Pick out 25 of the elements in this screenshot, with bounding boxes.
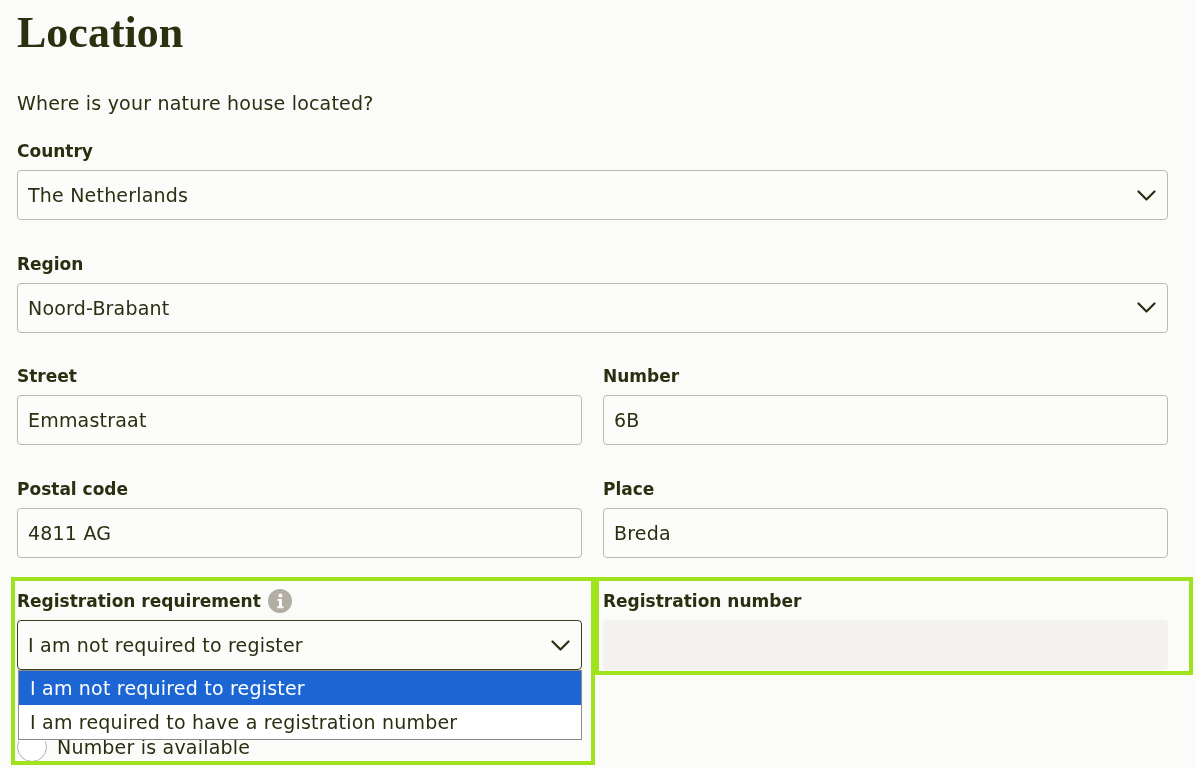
- dropdown-option[interactable]: I am not required to register: [19, 671, 581, 705]
- field-label: Street: [17, 365, 77, 387]
- field-label: Postal code: [17, 477, 129, 500]
- field-label: Country: [17, 140, 93, 162]
- field-label: Number: [603, 365, 680, 387]
- intro-text: Where is your nature house located?: [17, 91, 375, 115]
- chevron-down-icon: [551, 639, 570, 651]
- field-label: Registration number: [603, 590, 802, 612]
- select-field[interactable]: Noord-Brabant: [17, 282, 1168, 333]
- field-label: Region: [17, 252, 84, 275]
- field-label: Place: [603, 477, 655, 500]
- dropdown-option[interactable]: I am required to have a registration number: [19, 705, 581, 739]
- select-field[interactable]: The Netherlands: [17, 170, 1168, 220]
- text-field[interactable]: Breda: [603, 507, 1168, 558]
- radio-label: Number is available: [57, 740, 251, 754]
- chevron-down-icon: [1137, 302, 1156, 313]
- page-title: Location: [17, 7, 185, 59]
- text-field[interactable]: 6B: [603, 395, 1168, 445]
- text-field[interactable]: Emmastraat: [17, 395, 582, 445]
- select-field[interactable]: I am not required to register: [17, 620, 582, 670]
- text-field[interactable]: 4811 AG: [17, 507, 582, 558]
- chevron-down-icon: [1137, 189, 1156, 201]
- radio-button[interactable]: [17, 741, 47, 761]
- field-label: Registration requirement: [17, 590, 261, 612]
- info-icon[interactable]: [267, 589, 292, 613]
